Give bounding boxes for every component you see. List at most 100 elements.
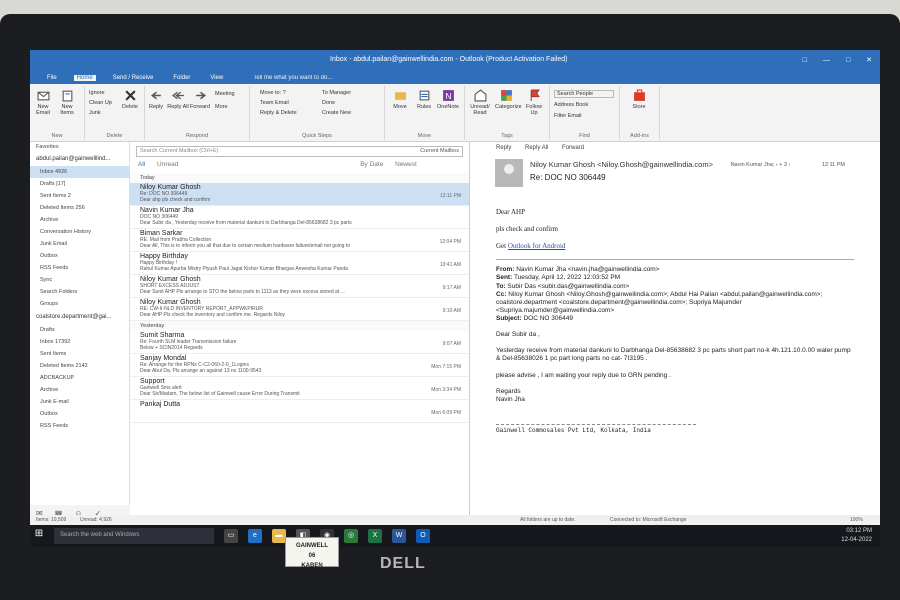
windows-start-icon[interactable]: ⊞ bbox=[30, 528, 48, 544]
edge-icon[interactable]: e bbox=[248, 529, 262, 543]
quick-step-create-new[interactable]: Create New bbox=[322, 110, 351, 116]
folder-item[interactable]: Groups bbox=[30, 298, 129, 310]
outlook-taskbar-icon[interactable]: O bbox=[416, 529, 430, 543]
word-icon[interactable]: W bbox=[392, 529, 406, 543]
filter-all[interactable]: All bbox=[138, 161, 145, 168]
folder-item[interactable]: Sent Items 2 bbox=[30, 190, 129, 202]
search-input[interactable]: Search Current Mailbox (Ctrl+E) Current … bbox=[136, 146, 463, 157]
rules-icon bbox=[419, 90, 429, 101]
message-item[interactable]: Niloy Kumar Ghosh Re: DOC NO 306449 Dear a… bbox=[130, 183, 469, 206]
message-item[interactable]: Sumit Sharma Re: Fourth SLM leader Transm… bbox=[130, 331, 469, 354]
ribbon-display-button[interactable]: □ bbox=[803, 57, 807, 64]
reply-all-button[interactable]: Reply All bbox=[167, 89, 189, 110]
quick-step-to-manager[interactable]: To Manager bbox=[322, 90, 351, 96]
forward-button[interactable]: Forward bbox=[189, 89, 211, 110]
tab-send-receive[interactable]: Send / Receive bbox=[110, 75, 157, 81]
meeting-button[interactable]: Meeting bbox=[215, 91, 235, 97]
taskbar-search-input[interactable]: Search the web and Windows bbox=[54, 528, 214, 544]
tab-home[interactable]: Home bbox=[73, 75, 96, 81]
tab-folder[interactable]: Folder bbox=[170, 75, 193, 81]
group-header-yesterday[interactable]: Yesterday bbox=[130, 321, 469, 331]
quick-step-team-email[interactable]: Team Email bbox=[260, 100, 289, 106]
quick-step-reply-delete[interactable]: Reply & Delete bbox=[260, 110, 297, 116]
message-item[interactable]: Niloy Kumar Ghosh SHORT EXCESS ADJUST Dear… bbox=[130, 275, 469, 298]
search-people-input[interactable]: Search People bbox=[554, 90, 614, 98]
task-view-icon[interactable]: ▭ bbox=[224, 529, 238, 543]
store-button[interactable]: Store bbox=[628, 89, 650, 110]
folder-item[interactable]: Drafts bbox=[30, 324, 129, 336]
message-item[interactable]: Sanjay Mondal Re: Arrange for the RPNs C-… bbox=[130, 354, 469, 377]
sort-order[interactable]: Newest bbox=[395, 161, 417, 168]
rules-button[interactable]: Rules bbox=[413, 89, 435, 110]
message-item[interactable]: Happy Birthday Happy Birthday ! Rahul Kuma… bbox=[130, 252, 469, 275]
folder-item[interactable]: Deleted Items 2142 bbox=[30, 360, 129, 372]
message-item[interactable]: Navin Kumar Jha DOC NO 306449 Dear Subir d… bbox=[130, 206, 469, 229]
folder-item[interactable]: Conversation History bbox=[30, 226, 129, 238]
tab-view[interactable]: View bbox=[207, 75, 226, 81]
reading-reply-all-button[interactable]: Reply All bbox=[525, 145, 548, 151]
onenote-button[interactable]: N OneNote bbox=[437, 89, 459, 110]
folder-item[interactable]: ADCBACKUP bbox=[30, 372, 129, 384]
filter-email-button[interactable]: Filter Email bbox=[554, 113, 582, 119]
close-button[interactable]: ✕ bbox=[866, 57, 872, 64]
folder-item[interactable]: Outbox bbox=[30, 408, 129, 420]
folder-item[interactable]: Outbox bbox=[30, 250, 129, 262]
account-secondary[interactable]: coalstore.department@gai... bbox=[30, 310, 129, 324]
folder-item[interactable]: Inbox 17392 bbox=[30, 336, 129, 348]
folder-item[interactable]: Junk Email bbox=[30, 238, 129, 250]
quoted-message: From: Navin Kumar Jha <navin.jha@gainwel… bbox=[496, 259, 854, 434]
favorites-header[interactable]: Favorites bbox=[30, 142, 129, 152]
folder-item[interactable]: Sync bbox=[30, 274, 129, 286]
reply-button[interactable]: Reply bbox=[145, 89, 167, 110]
folder-item[interactable]: Archive bbox=[30, 214, 129, 226]
folder-item[interactable]: Junk E-mail bbox=[30, 396, 129, 408]
folder-item[interactable]: Search Folders bbox=[30, 286, 129, 298]
group-label-find: Find bbox=[579, 133, 590, 139]
new-items-button[interactable]: New Items bbox=[56, 89, 78, 116]
categorize-button[interactable]: Categorize bbox=[495, 89, 522, 110]
folder-item[interactable]: Drafts [17] bbox=[30, 178, 129, 190]
quick-step-done[interactable]: Done bbox=[322, 100, 335, 106]
quick-step-move-to[interactable]: Move to: ? bbox=[260, 90, 286, 96]
group-header-today[interactable]: Today bbox=[130, 173, 469, 183]
message-item[interactable]: Support Gainwell Sms alert Dear Sir/Madam,… bbox=[130, 377, 469, 400]
move-button[interactable]: Move bbox=[389, 89, 411, 110]
zoom-level[interactable]: 100% bbox=[850, 517, 863, 523]
account-primary[interactable]: abdul.pailan@gainwelllind... bbox=[30, 152, 129, 166]
ignore-button[interactable]: Ignore bbox=[89, 90, 105, 96]
reading-reply-button[interactable]: Reply bbox=[496, 145, 511, 151]
message-header: Niloy Kumar Ghosh <Niloy.Ghosh@gainwelli… bbox=[470, 156, 880, 194]
folder-item[interactable]: Deleted Items 256 bbox=[30, 202, 129, 214]
message-item[interactable]: Pankaj Dutta Mon 6:09 PM bbox=[130, 400, 469, 423]
folder-item[interactable]: RSS Feeds bbox=[30, 420, 129, 432]
new-email-button[interactable]: New Email bbox=[32, 89, 54, 116]
cleanup-button[interactable]: Clean Up bbox=[89, 100, 112, 106]
clock-date[interactable]: 12-04-2022 bbox=[841, 536, 872, 545]
sort-by-date[interactable]: By Date bbox=[360, 161, 383, 168]
excel-icon[interactable]: X bbox=[368, 529, 382, 543]
outlook-android-link[interactable]: Outlook for Android bbox=[508, 242, 566, 250]
folder-item[interactable]: Sent Items bbox=[30, 348, 129, 360]
minimize-button[interactable]: — bbox=[823, 57, 830, 64]
maximize-button[interactable]: □ bbox=[846, 57, 850, 64]
unread-read-button[interactable]: Unread/ Read bbox=[469, 89, 491, 116]
tab-file[interactable]: File bbox=[44, 75, 60, 81]
chrome-icon[interactable]: ◎ bbox=[344, 529, 358, 543]
reading-forward-button[interactable]: Forward bbox=[562, 145, 584, 151]
clock-time[interactable]: 03:12 PM bbox=[841, 527, 872, 536]
junk-button[interactable]: Junk bbox=[89, 110, 101, 116]
delete-button[interactable]: Delete bbox=[119, 89, 141, 110]
folder-item[interactable]: Inbox 4926 bbox=[30, 166, 129, 178]
message-item[interactable]: Niloy Kumar Ghosh RE: CW-II-NLD INVENTORY… bbox=[130, 298, 469, 321]
recipients-summary[interactable]: Navin Kumar Jha; ‹ + 3 › 12:11 PM bbox=[731, 162, 845, 168]
file-explorer-icon[interactable]: ▬ bbox=[272, 529, 286, 543]
scope-dropdown[interactable]: Current Mailbox bbox=[420, 148, 459, 154]
filter-unread[interactable]: Unread bbox=[157, 161, 178, 168]
folder-item[interactable]: RSS Feeds bbox=[30, 262, 129, 274]
tell-me-box[interactable]: Tell me what you want to do... bbox=[250, 75, 335, 81]
address-book-button[interactable]: Address Book bbox=[554, 102, 588, 108]
more-respond-button[interactable]: More bbox=[215, 104, 228, 110]
message-item[interactable]: Biman Sarkar RE: Mail from Prabha Collect… bbox=[130, 229, 469, 252]
follow-up-button[interactable]: Follow Up bbox=[523, 89, 545, 116]
folder-item[interactable]: Archive bbox=[30, 384, 129, 396]
